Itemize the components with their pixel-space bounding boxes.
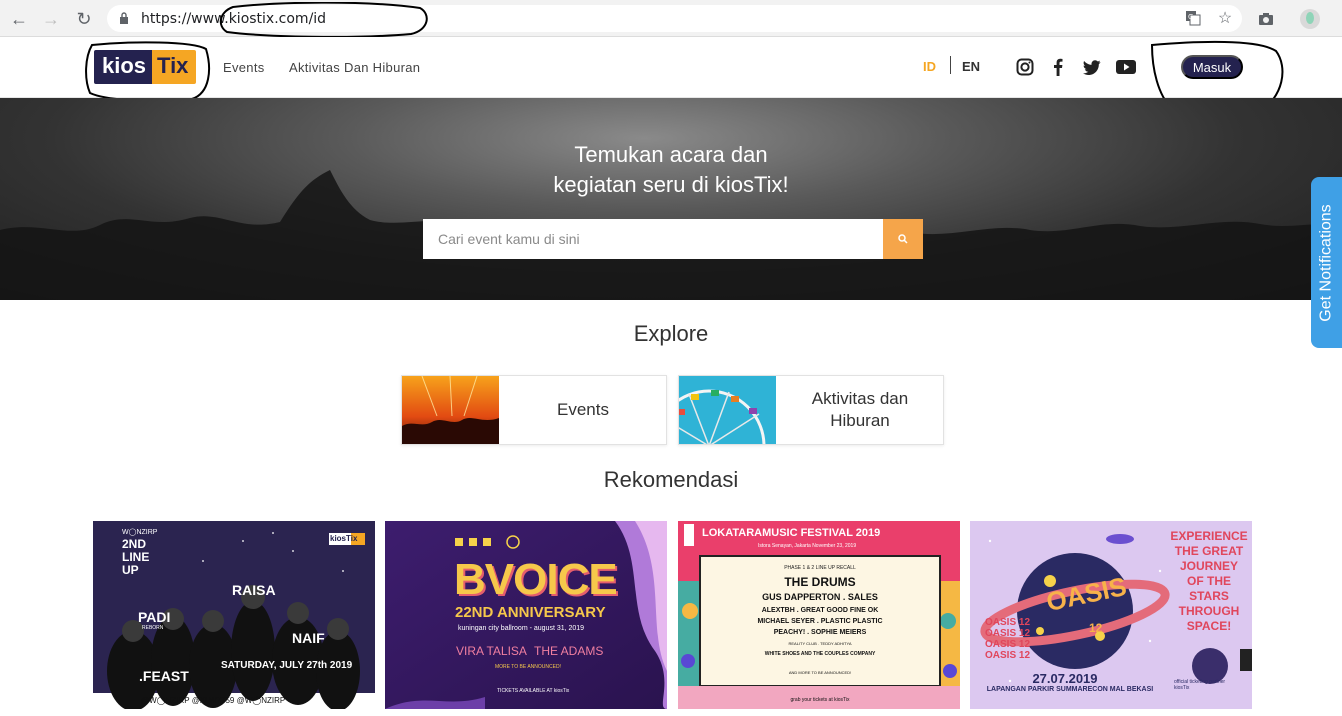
recommendation-card-2[interactable]: BVOICE 22ND ANNIVERSARY kuningan city ba… xyxy=(385,521,667,709)
card3-line6: REALITY CLUB . TEDDY ADHITYA xyxy=(788,641,852,646)
card3-phase: PHASE 1 & 2 LINE UP RECALL xyxy=(784,565,856,571)
explore-card-events[interactable]: Events xyxy=(401,375,667,445)
card2-artist-adams: THE ADAMS xyxy=(534,644,604,658)
card1-artist-padi: PADI xyxy=(138,609,171,625)
nav-events-link[interactable]: Events xyxy=(223,60,265,75)
explore-title: Explore xyxy=(633,321,709,346)
twitter-icon[interactable] xyxy=(1082,57,1102,77)
youtube-icon[interactable] xyxy=(1116,57,1136,77)
get-notifications-label: Get Notifications xyxy=(1317,203,1335,322)
card3-line4: MICHAEL SEYER . PLASTIC PLASTIC xyxy=(757,618,883,625)
recommendation-card-4[interactable]: OASIS 12 EXPERIENCE THE GREAT JOURNEY OF… xyxy=(970,521,1252,709)
back-icon[interactable]: ← xyxy=(9,9,29,29)
explore-aktivitas-line2: Hiburan xyxy=(830,411,890,430)
card3-venue: Istora Senayan, Jakarta November 23, 201… xyxy=(758,543,857,549)
card4-tagline-5: STARS xyxy=(1189,589,1229,603)
card2-title: BVOICE xyxy=(454,555,618,604)
card1-header: W◯NZIRP 2ND LINE UP xyxy=(122,529,158,577)
browser-toolbar: ← → ↻ https://www.kiostix.com/id G ☆ xyxy=(0,0,1342,38)
svg-text:G: G xyxy=(1188,13,1193,21)
translate-icon[interactable]: G xyxy=(1183,8,1203,28)
card1-artist-feast: .FEAST xyxy=(139,668,189,684)
card4-repeat-3: OASIS 12 xyxy=(985,639,1031,650)
card4-repeat-2: OASIS 12 xyxy=(985,628,1031,639)
annotation-circle-logo xyxy=(85,41,210,101)
address-bar[interactable]: https://www.kiostix.com/id G ☆ xyxy=(107,2,1242,38)
explore-aktivitas-label: Aktivitas dan Hiburan xyxy=(776,376,944,444)
events-thumbnail xyxy=(402,376,499,444)
card3-line1: THE DRUMS xyxy=(784,575,856,589)
camera-icon[interactable] xyxy=(1256,9,1276,29)
card4-repeat-4: OASIS 12 xyxy=(985,650,1031,661)
card4-number: 12 xyxy=(1089,621,1103,635)
facebook-icon[interactable] xyxy=(1048,57,1068,77)
ferris-wheel-thumbnail xyxy=(679,376,776,444)
lang-divider xyxy=(950,56,951,74)
profile-avatar[interactable] xyxy=(1299,8,1321,30)
nav-aktivitas-link[interactable]: Aktivitas Dan Hiburan xyxy=(289,60,420,75)
explore-events-label: Events xyxy=(557,400,609,419)
hero-title-line2: kegiatan seru di kiosTix! xyxy=(553,172,789,197)
recommendation-card-3[interactable]: LOKATARAMUSIC FESTIVAL 2019 Istora Senay… xyxy=(678,521,960,709)
card3-line2: GUS DAPPERTON . SALES xyxy=(762,592,878,602)
card4-tagline-4: OF THE xyxy=(1187,574,1231,588)
card4-tagline: EXPERIENCE THE GREAT JOURNEY OF THE STAR… xyxy=(1166,529,1252,634)
explore-aktivitas-line1: Aktivitas dan xyxy=(811,389,909,408)
card1-artist-reborn: REBORN xyxy=(142,625,164,631)
card2-venue: kuningan city ballroom - august 31, 2019 xyxy=(458,625,585,632)
card2-tickets: TICKETS AVAILABLE AT kiosTix xyxy=(497,688,570,694)
site-header: kios Tix Events Aktivitas Dan Hiburan ID… xyxy=(0,37,1342,122)
hero-title-line1: Temukan acara dan xyxy=(574,142,768,167)
star-icon[interactable]: ☆ xyxy=(1215,8,1235,28)
card3-line5: PEACHY! . SOPHIE MEIERS xyxy=(773,629,867,636)
card4-venue: LAPANGAN PARKIR SUMMARECON MAL BEKASI xyxy=(986,686,1154,693)
hero-title: Temukan acara dan kegiatan seru di kiosT… xyxy=(0,140,1342,200)
lock-icon xyxy=(120,12,128,24)
instagram-icon[interactable] xyxy=(1015,57,1035,77)
lang-en-link[interactable]: EN xyxy=(962,59,980,74)
search-icon xyxy=(898,234,908,244)
event-search-input[interactable] xyxy=(423,219,883,259)
card4-tagline-3: JOURNEY xyxy=(1179,559,1238,573)
card2-subtitle: 22ND ANNIVERSARY xyxy=(455,604,606,621)
search-button[interactable] xyxy=(883,219,923,259)
explore-card-aktivitas[interactable]: Aktivitas dan Hiburan xyxy=(678,375,944,445)
card3-line3: ALEXTBH . GREAT GOOD FINE OK xyxy=(761,607,879,614)
card4-date: 27.07.2019 xyxy=(1032,671,1098,686)
card1-date: SATURDAY, JULY 27th 2019 xyxy=(221,660,353,671)
card2-artist-vira: VIRA TALISA xyxy=(456,644,527,658)
card3-more: AND MORE TO BE ANNOUNCED! xyxy=(788,670,852,675)
card4-tagline-6: THROUGH xyxy=(1178,604,1240,618)
recommendation-card-1[interactable]: W◯NZIRP 2ND LINE UP kiosTix RAISA PADI R… xyxy=(93,521,375,709)
card1-brand: kiosTix xyxy=(330,534,358,543)
card1-lineup: 2ND LINE UP xyxy=(122,537,150,577)
card4-tagline-1: EXPERIENCE xyxy=(1170,529,1248,543)
card3-artwork xyxy=(678,521,960,709)
forward-icon[interactable]: → xyxy=(41,9,61,29)
card1-footer: @W◯NZIRP @XLW7759 @W◯NZIRP xyxy=(141,696,286,705)
rekomendasi-title: Rekomendasi xyxy=(603,467,739,492)
card4-tagline-2: THE GREAT xyxy=(1174,544,1244,558)
card1-artist-naif: NAIF xyxy=(292,630,325,646)
card4-repeat: OASIS 12 OASIS 12 OASIS 12 OASIS 12 xyxy=(985,617,1030,661)
card3-title: LOKATARAMUSIC FESTIVAL 2019 xyxy=(702,527,881,539)
card4-partner: official ticketing partner kiosTix xyxy=(1174,679,1226,691)
card4-repeat-1: OASIS 12 xyxy=(985,617,1031,628)
card3-line7: WHITE SHOES AND THE COUPLES COMPANY xyxy=(764,651,876,657)
annotation-circle-url xyxy=(219,2,428,38)
lang-id-link[interactable]: ID xyxy=(923,59,936,74)
card2-more: MORE TO BE ANNOUNCED! xyxy=(495,664,561,670)
card3-footer: grab your tickets at kiosTix xyxy=(790,697,850,703)
hero-banner: Temukan acara dan kegiatan seru di kiosT… xyxy=(0,98,1342,300)
card4-tagline-7: SPACE! xyxy=(1186,619,1232,633)
reload-icon[interactable]: ↻ xyxy=(74,9,94,29)
card1-artist-raisa: RAISA xyxy=(232,582,276,598)
